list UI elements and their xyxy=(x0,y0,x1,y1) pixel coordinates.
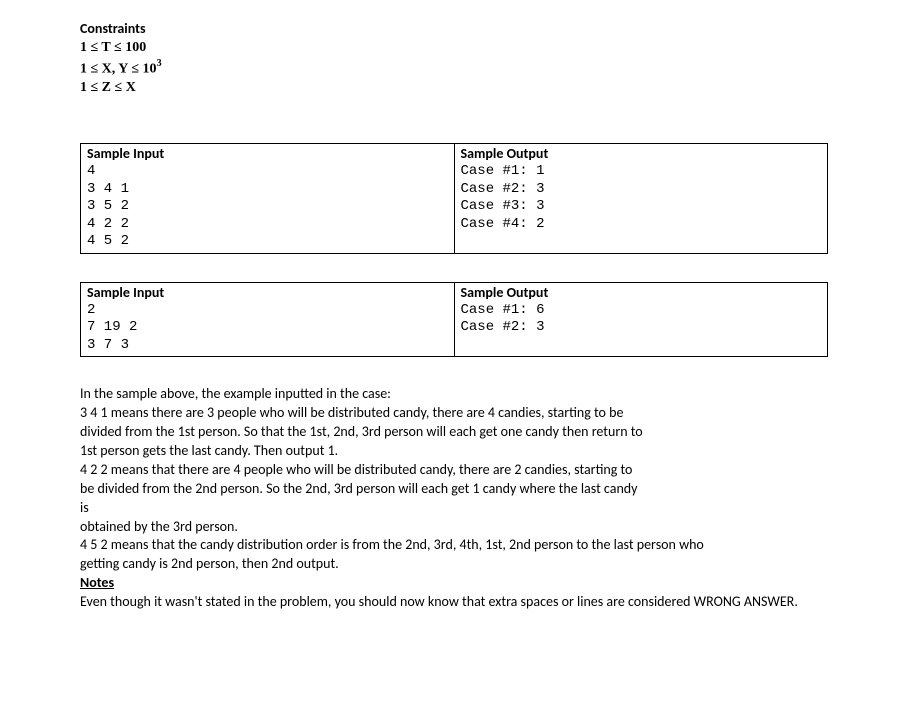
sample-output-header: Sample Output xyxy=(455,144,828,163)
sample-output-cell: Sample Output Case #1: 1 Case #2: 3 Case… xyxy=(454,144,828,254)
explanation-line: 4 5 2 means that the candy distribution … xyxy=(80,536,828,555)
explanation-line: divided from the 1st person. So that the… xyxy=(80,423,828,442)
explanation-line: getting candy is 2nd person, then 2nd ou… xyxy=(80,555,828,574)
explanation-line: 3 4 1 means there are 3 people who will … xyxy=(80,404,828,423)
explanation-line: In the sample above, the example inputte… xyxy=(80,385,828,404)
sample-input-content: 4 3 4 1 3 5 2 4 2 2 4 5 2 xyxy=(81,163,454,253)
sample-output-cell: Sample Output Case #1: 6 Case #2: 3 xyxy=(454,282,828,357)
explanation-line: is xyxy=(80,499,828,518)
explanation-line: 4 2 2 means that there are 4 people who … xyxy=(80,461,828,480)
constraint-line-2: 1 ≤ X, Y ≤ 103 xyxy=(80,58,828,80)
constraint-line-1: 1 ≤ T ≤ 100 xyxy=(80,39,828,58)
sample-input-header: Sample Input xyxy=(81,283,454,302)
sample-output-header: Sample Output xyxy=(455,283,828,302)
constraints-section: Constraints 1 ≤ T ≤ 100 1 ≤ X, Y ≤ 103 1… xyxy=(80,20,828,98)
sample-input-content: 2 7 19 2 3 7 3 xyxy=(81,302,454,357)
constraint-line-3: 1 ≤ Z ≤ X xyxy=(80,79,828,98)
constraints-heading: Constraints xyxy=(80,20,828,37)
sample-output-content: Case #1: 6 Case #2: 3 xyxy=(455,302,828,339)
notes-heading: Notes xyxy=(80,574,828,593)
sample-input-header: Sample Input xyxy=(81,144,454,163)
sample-input-cell: Sample Input 4 3 4 1 3 5 2 4 2 2 4 5 2 xyxy=(81,144,455,254)
sample-input-cell: Sample Input 2 7 19 2 3 7 3 xyxy=(81,282,455,357)
sample-table-1: Sample Input 4 3 4 1 3 5 2 4 2 2 4 5 2 S… xyxy=(80,143,828,254)
notes-text: Even though it wasn't stated in the prob… xyxy=(80,593,828,612)
sample-table-2: Sample Input 2 7 19 2 3 7 3 Sample Outpu… xyxy=(80,282,828,358)
explanation-line: obtained by the 3rd person. xyxy=(80,518,828,537)
explanation-section: In the sample above, the example inputte… xyxy=(80,385,828,612)
sample-output-content: Case #1: 1 Case #2: 3 Case #3: 3 Case #4… xyxy=(455,163,828,235)
explanation-line: be divided from the 2nd person. So the 2… xyxy=(80,480,828,499)
explanation-line: 1st person gets the last candy. Then out… xyxy=(80,442,828,461)
